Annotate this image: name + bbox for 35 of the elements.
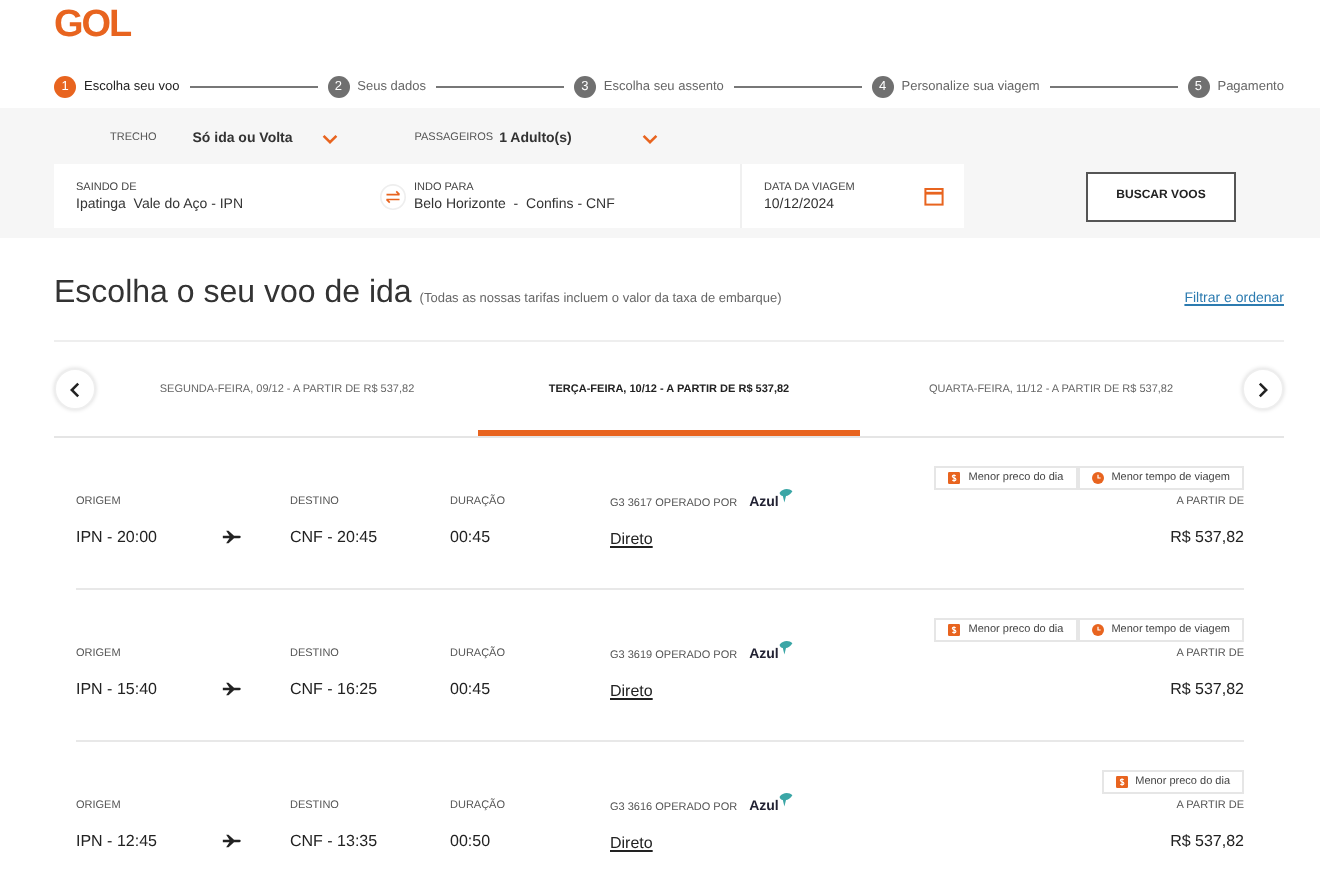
calendar-icon[interactable] xyxy=(924,186,944,206)
clock-icon xyxy=(1091,472,1104,484)
price-value[interactable]: R$ 537,82 xyxy=(1170,832,1244,850)
origin-time: IPN - 20:00 xyxy=(76,528,159,546)
dollar-icon xyxy=(948,624,961,636)
bird-icon xyxy=(778,792,795,808)
swap-icon[interactable] xyxy=(380,183,406,209)
price-value[interactable]: R$ 537,82 xyxy=(1170,680,1244,698)
destination-time: CNF - 13:35 xyxy=(290,832,380,850)
stops-link[interactable]: Direto xyxy=(610,530,653,548)
origin-time: IPN - 12:45 xyxy=(76,832,159,850)
chevron-right-icon xyxy=(1258,381,1268,397)
dollar-icon xyxy=(1115,776,1128,788)
destination-time: CNF - 16:25 xyxy=(290,680,380,698)
chevron-down-icon[interactable] xyxy=(322,133,339,143)
page-title: Escolha o seu voo de ida xyxy=(54,276,412,312)
duration-value: 00:45 xyxy=(450,528,493,546)
duration-value: 00:50 xyxy=(450,832,493,850)
duration-value: 00:45 xyxy=(450,680,493,698)
previous-button[interactable] xyxy=(54,368,96,410)
airplane-icon xyxy=(222,834,242,848)
bird-icon xyxy=(778,488,795,504)
clock-icon xyxy=(1091,624,1104,636)
airplane-icon xyxy=(222,682,242,696)
bird-icon xyxy=(778,640,795,656)
stops-link[interactable]: Direto xyxy=(610,682,653,700)
dollar-icon xyxy=(948,472,961,484)
destination-time: CNF - 20:45 xyxy=(290,528,380,546)
stops-link[interactable]: Direto xyxy=(610,834,653,852)
origin-time: IPN - 15:40 xyxy=(76,680,159,698)
chevron-left-icon xyxy=(70,381,80,397)
airplane-icon xyxy=(222,530,242,544)
next-button[interactable] xyxy=(1242,368,1284,410)
chevron-down-icon[interactable] xyxy=(641,133,658,143)
price-value[interactable]: R$ 537,82 xyxy=(1170,528,1244,546)
